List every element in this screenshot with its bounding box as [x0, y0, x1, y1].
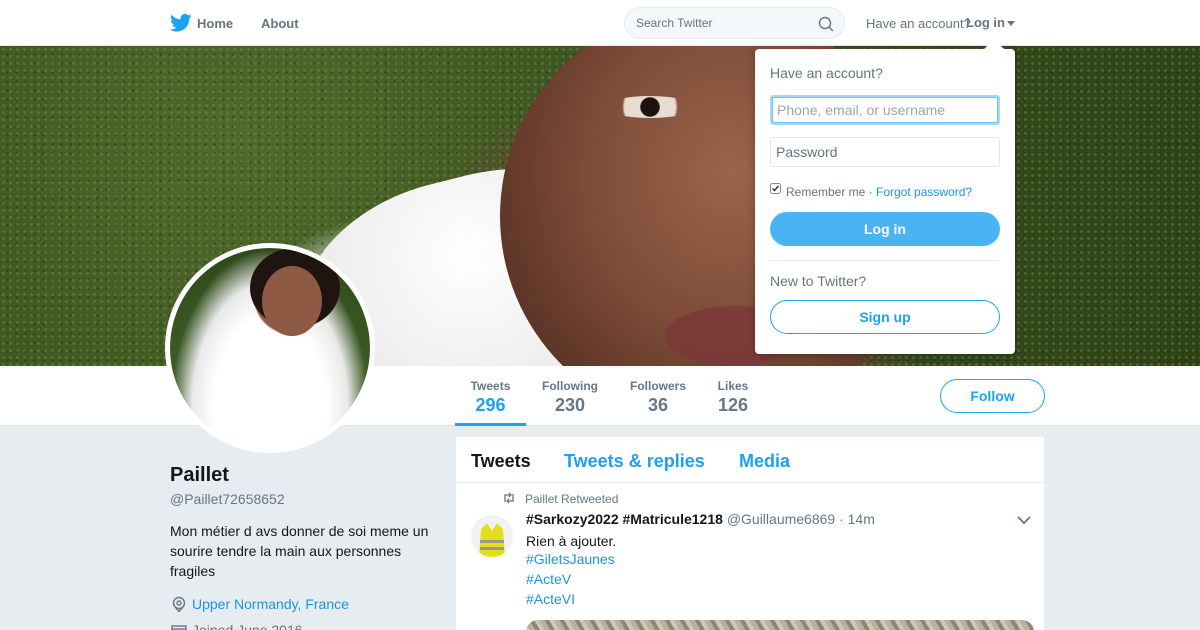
hashtag-link[interactable]: #GiletsJaunes [526, 551, 615, 567]
signup-button[interactable]: Sign up [770, 300, 1000, 334]
tab-tweets-replies[interactable]: Tweets & replies [564, 451, 705, 472]
profile-avatar[interactable] [165, 243, 375, 453]
caret-down-icon[interactable] [1007, 21, 1015, 26]
tab-media[interactable]: Media [739, 451, 790, 472]
new-to-twitter-text: New to Twitter? [770, 273, 867, 289]
login-toggle[interactable]: Log in [966, 15, 1005, 30]
stat-label: Following [542, 379, 598, 393]
login-button[interactable]: Log in [770, 212, 1000, 246]
password-field[interactable] [770, 137, 1000, 167]
stat-following[interactable]: Following 230 [536, 366, 604, 426]
stat-label: Likes [717, 379, 749, 393]
stat-likes[interactable]: Likes 126 [712, 366, 754, 426]
location-pin-icon [172, 596, 186, 612]
calendar-icon [171, 625, 187, 630]
avatar-face [262, 266, 322, 336]
timeline-tabs: Tweets Tweets & replies Media [456, 437, 1044, 483]
stat-value: 296 [475, 395, 506, 415]
banner-eye [605, 96, 695, 118]
hashtag-link[interactable]: #ActeVI [526, 591, 575, 607]
follow-button[interactable]: Follow [940, 379, 1045, 413]
nav-home-link[interactable]: Home [197, 16, 233, 31]
forgot-password-link[interactable]: Forgot password? [876, 185, 972, 199]
retweet-icon [504, 492, 514, 504]
dropdown-title: Have an account? [770, 65, 883, 81]
stat-value: 126 [717, 395, 749, 415]
retweet-context[interactable]: Paillet Retweeted [525, 492, 618, 506]
login-dropdown: Have an account? Remember me · Forgot pa… [755, 49, 1015, 354]
hashtag-link[interactable]: #ActeV [526, 571, 571, 587]
stat-followers[interactable]: Followers 36 [624, 366, 692, 426]
stat-value: 230 [554, 395, 586, 415]
tweet-timestamp[interactable]: · 14m [839, 511, 875, 527]
have-account-text: Have an account? [866, 16, 971, 31]
profile-handle[interactable]: @Paillet72658652 [170, 491, 285, 507]
search-box [624, 7, 845, 39]
timeline: Tweets Tweets & replies Media Paillet Re… [456, 437, 1044, 630]
tweet-author-name[interactable]: #Sarkozy2022 #Matricule1218 [526, 511, 723, 527]
profile-location-link[interactable]: Upper Normandy, France [192, 596, 349, 612]
stat-label: Tweets [470, 379, 511, 393]
tweet-text: Rien à ajouter. [526, 533, 617, 549]
remember-me-label: Remember me · [786, 185, 873, 199]
stat-label: Followers [629, 379, 686, 393]
remember-me-checkbox[interactable] [770, 183, 781, 194]
profile-bio: Mon métier d avs donner de soi meme un s… [170, 523, 429, 579]
tweet-media-image[interactable] [526, 620, 1034, 630]
profile-name[interactable]: Paillet [170, 464, 229, 487]
profile-joined: Joined June 2016 [192, 622, 303, 630]
search-icon[interactable] [818, 16, 834, 32]
tweet-header: #Sarkozy2022 #Matricule1218 @Guillaume68… [526, 511, 875, 527]
chevron-down-icon[interactable] [1017, 515, 1031, 525]
username-field[interactable] [770, 95, 1000, 125]
search-input[interactable] [636, 16, 806, 30]
dropdown-divider [770, 260, 1000, 261]
nav-about-link[interactable]: About [261, 16, 299, 31]
stat-tweets[interactable]: Tweets 296 [455, 366, 526, 426]
tweet-author-handle[interactable]: @Guillaume6869 [727, 511, 835, 527]
stat-value: 36 [647, 395, 669, 415]
twitter-bird-icon[interactable] [170, 13, 192, 33]
tweet-author-avatar[interactable] [471, 515, 513, 557]
tab-tweets[interactable]: Tweets [471, 451, 531, 472]
top-navigation: Home About Have an account? Log in [0, 0, 1200, 46]
yellow-vest-icon [471, 515, 513, 557]
